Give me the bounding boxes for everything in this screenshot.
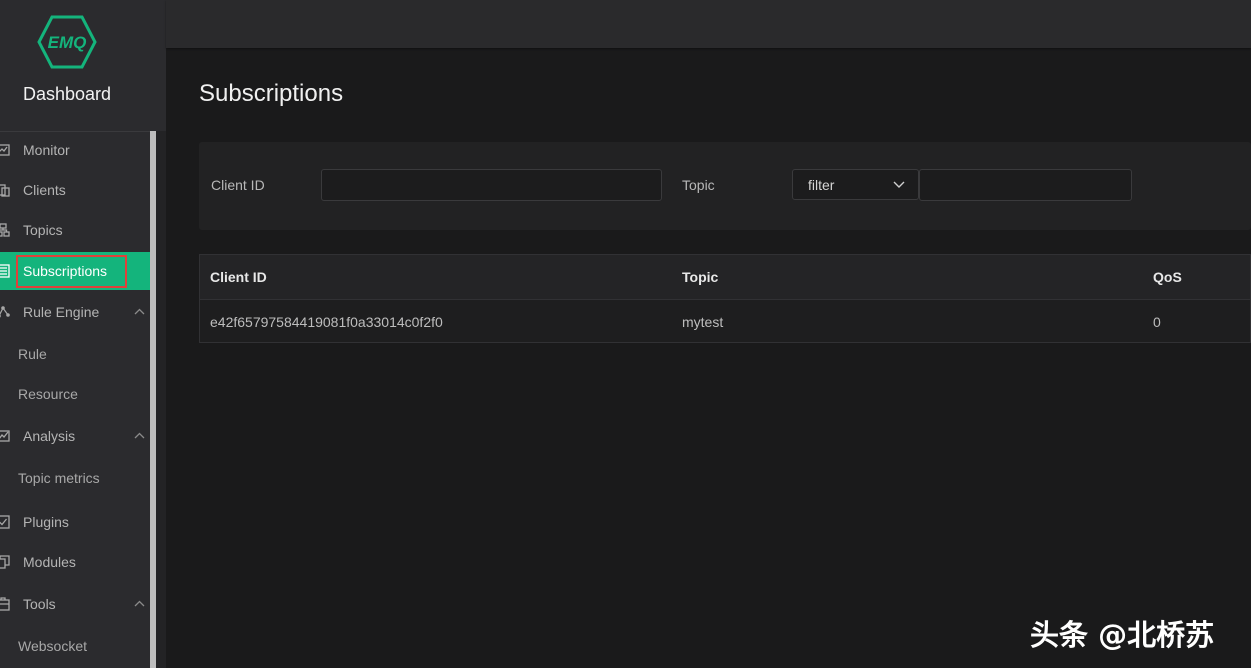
table-row[interactable]: e42f65797584419081f0a33014c0f2f0 mytest … [200, 300, 1250, 343]
chart-icon [0, 143, 10, 157]
sidebar-item-label: Monitor [23, 142, 70, 158]
topic-match-value: filter [808, 177, 835, 193]
sidebar-item-plugins[interactable]: Plugins [0, 503, 150, 541]
chevron-up-icon [134, 430, 145, 442]
sidebar-item-topic-metrics[interactable]: Topic metrics [0, 459, 150, 497]
cell-client-id: e42f65797584419081f0a33014c0f2f0 [210, 314, 443, 330]
sidebar-scrollbar-thumb[interactable] [150, 131, 156, 668]
table-header: Client ID Topic QoS [200, 255, 1250, 300]
sidebar-item-label: Topics [23, 222, 63, 238]
sidebar-item-websocket[interactable]: Websocket [0, 627, 150, 665]
sidebar-item-label: Rule Engine [23, 304, 100, 320]
sidebar-item-clients[interactable]: Clients [0, 171, 150, 209]
app-title: Dashboard [22, 84, 112, 104]
client-id-label: Client ID [211, 177, 265, 193]
clients-icon [0, 183, 10, 197]
top-bar [166, 0, 1251, 48]
sidebar-item-analysis[interactable]: Analysis [0, 417, 150, 455]
sidebar-item-monitor[interactable]: Monitor [0, 131, 150, 169]
logo-area: EMQ Dashboard [0, 0, 166, 132]
column-header-qos[interactable]: QoS [1153, 269, 1182, 285]
analysis-icon [0, 429, 10, 443]
sidebar-item-label: Analysis [23, 428, 76, 444]
chevron-down-icon [893, 176, 905, 195]
chevron-up-icon [134, 306, 145, 318]
sidebar-item-label: Rule [18, 346, 47, 362]
emq-logo-icon: EMQ [37, 15, 97, 69]
tools-icon [0, 597, 10, 611]
sidebar-item-resource[interactable]: Resource [0, 375, 150, 413]
sidebar-item-label: Plugins [23, 514, 69, 530]
chevron-up-icon [134, 598, 145, 610]
topic-label: Topic [682, 177, 715, 193]
rule-engine-icon [0, 305, 10, 319]
topics-tree-icon [0, 223, 10, 237]
column-header-client-id[interactable]: Client ID [210, 269, 267, 285]
subscriptions-table: Client ID Topic QoS e42f65797584419081f0… [199, 254, 1251, 343]
subscriptions-icon [0, 264, 10, 278]
modules-icon [0, 555, 10, 569]
sidebar-item-rule[interactable]: Rule [0, 335, 150, 373]
sidebar-item-label: Tools [23, 596, 56, 612]
cell-topic: mytest [682, 314, 724, 330]
sidebar-item-topics[interactable]: Topics [0, 211, 150, 249]
cell-qos: 0 [1153, 314, 1161, 330]
sidebar-item-rule-engine[interactable]: Rule Engine [0, 293, 150, 331]
sidebar-item-label: Websocket [18, 638, 87, 654]
sidebar-item-label: Clients [23, 182, 66, 198]
client-id-input[interactable] [321, 169, 662, 201]
logo-text: EMQ [48, 33, 87, 52]
topic-input[interactable] [919, 169, 1132, 201]
column-header-topic[interactable]: Topic [682, 269, 718, 285]
sidebar-item-tools[interactable]: Tools [0, 585, 150, 623]
sidebar-item-label: Modules [23, 554, 76, 570]
plugins-check-icon [0, 515, 10, 529]
sidebar-item-label: Topic metrics [18, 470, 100, 486]
sidebar-item-modules[interactable]: Modules [0, 543, 150, 581]
sidebar-item-label: Resource [18, 386, 78, 402]
page-title: Subscriptions [199, 80, 344, 107]
watermark-text: 头条 @北桥苏 [1030, 618, 1215, 652]
topic-match-select[interactable]: filter [792, 169, 919, 200]
highlight-outline [16, 255, 127, 288]
